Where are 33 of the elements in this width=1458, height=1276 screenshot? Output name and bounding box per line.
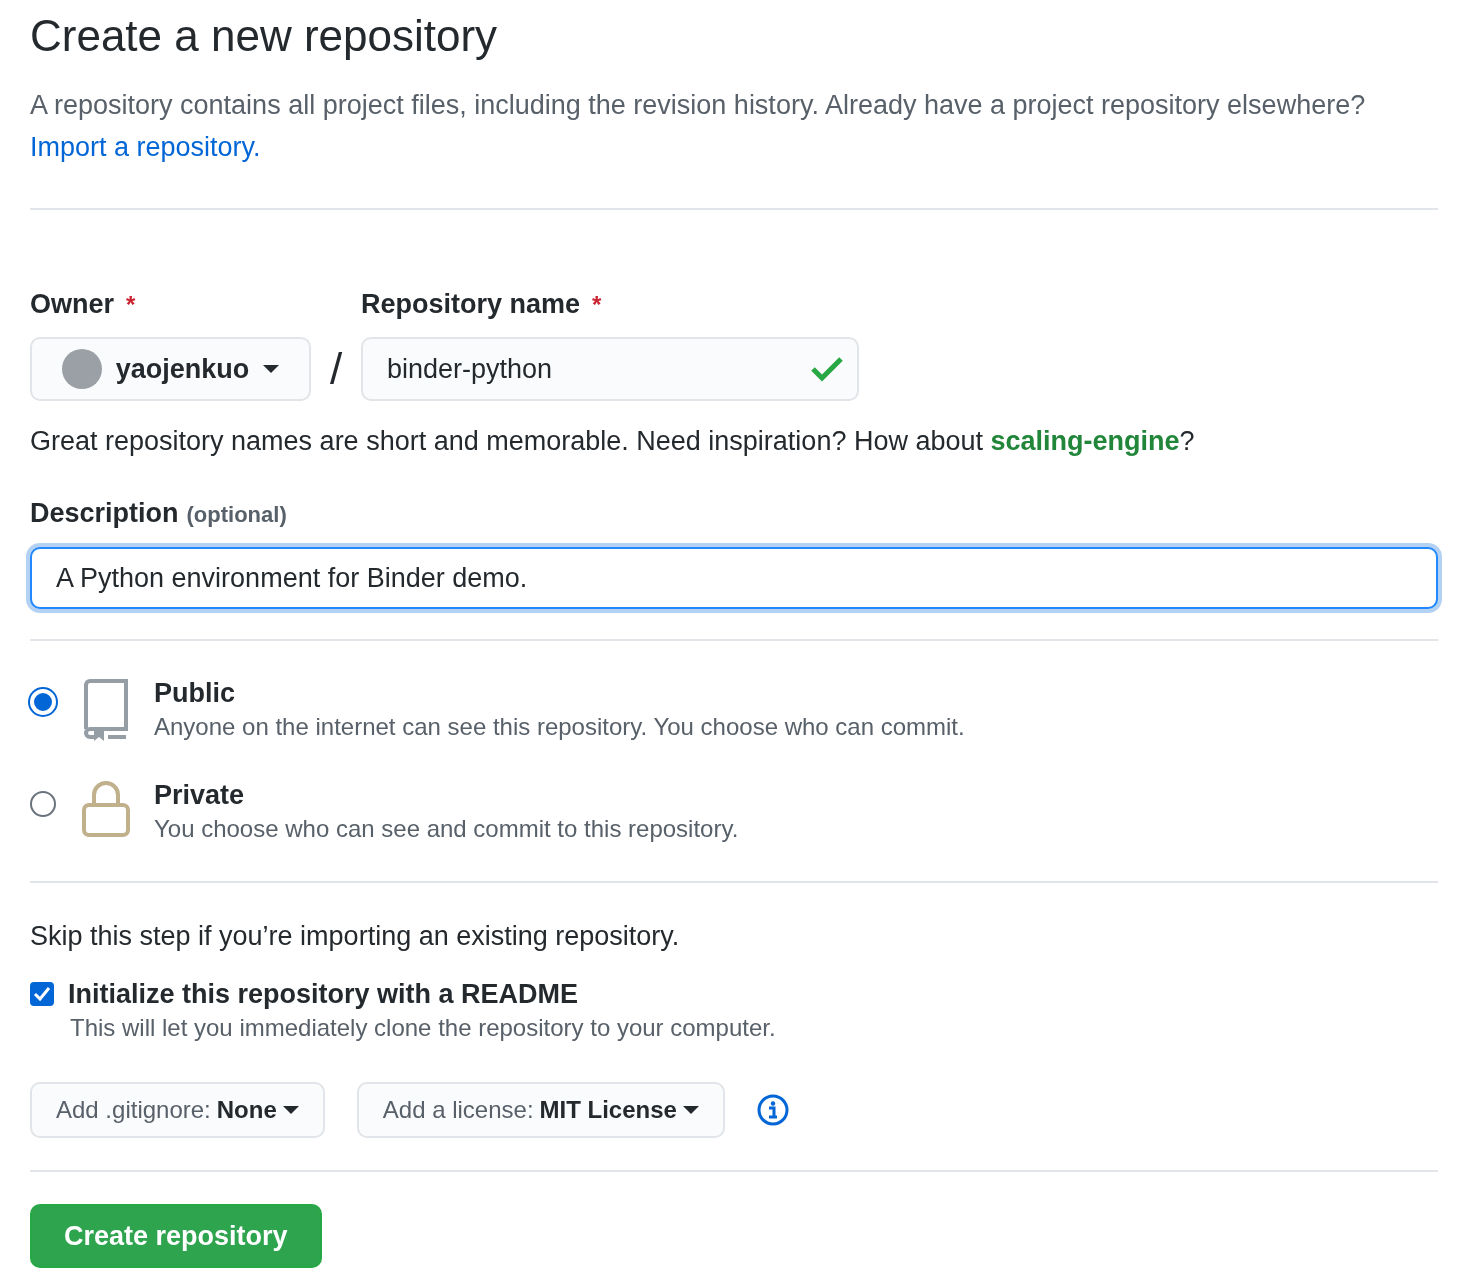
import-link[interactable]: Import a repository. — [30, 132, 261, 162]
suggestion-link[interactable]: scaling-engine — [990, 426, 1180, 456]
description-field[interactable]: A Python environment for Binder demo. — [30, 547, 1438, 609]
template-dropdown[interactable]: Add .gitignore: None — [30, 1082, 325, 1138]
caret-icon — [263, 364, 280, 374]
visibility-description: You choose who can see and commit to this repository. — [154, 814, 739, 844]
repository-name-field[interactable]: binder-python — [361, 337, 859, 401]
visibility-title: Public — [154, 677, 236, 709]
repository-name-label: Repository name * — [361, 288, 603, 321]
page-title: Create a new repository — [30, 10, 499, 62]
required-mark: * — [592, 291, 602, 318]
owner-dropdown[interactable]: yaojenkuo — [30, 337, 311, 401]
template-dropdown[interactable]: Add a license: MIT License — [356, 1082, 725, 1138]
avatar — [61, 349, 102, 389]
radio-button[interactable] — [30, 791, 56, 817]
skip-note: Skip this step if you’re importing an existing repository. — [30, 921, 681, 952]
info-icon[interactable] — [756, 1094, 789, 1126]
caret-icon — [682, 1105, 699, 1115]
readme-hint: This will let you immediately clone the repository to your computer. — [70, 1013, 777, 1043]
owner-label: Owner * — [30, 288, 137, 321]
description-label: Description (optional) — [30, 497, 288, 530]
visibility-title: Private — [154, 779, 246, 811]
required-mark: * — [126, 291, 136, 318]
book-icon — [82, 677, 130, 741]
repository-name-value: binder-python — [387, 353, 553, 385]
readme-label: Initialize this repository with a README — [68, 978, 579, 1010]
lock-icon — [82, 779, 130, 837]
intro-text: A repository contains all project files, including the revision history. Already have a project repository elsewhere? Import a repository. — [30, 89, 1367, 164]
name-hint: Great repository names are short and memorable. Need inspiration? How about scaling-engine? — [30, 425, 1196, 458]
caret-icon — [282, 1105, 299, 1115]
path-separator: / — [328, 343, 344, 395]
readme-checkbox[interactable] — [30, 982, 54, 1006]
visibility-description: Anyone on the internet can see this repository. You choose who can commit. — [154, 712, 965, 742]
